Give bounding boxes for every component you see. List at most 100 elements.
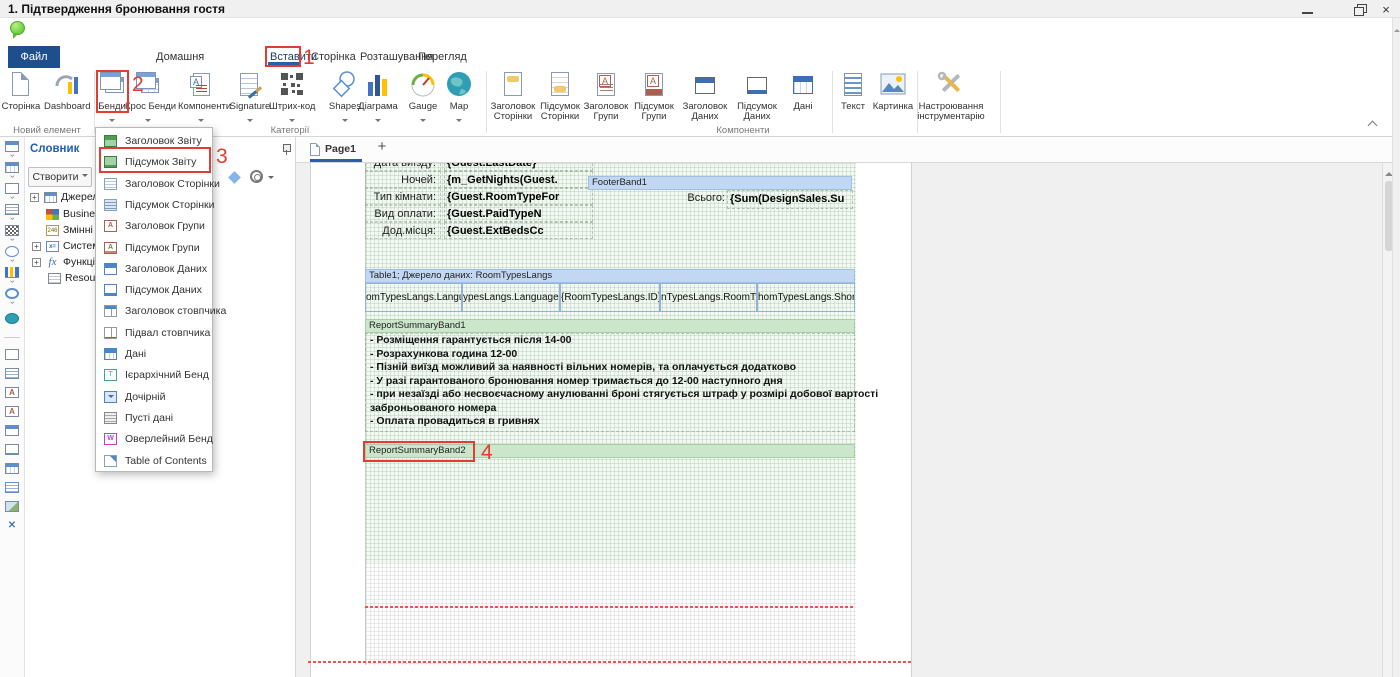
chevron-icon[interactable]: › xyxy=(8,259,18,267)
minimize-icon[interactable] xyxy=(1300,3,1316,16)
ribbon-button-group-header[interactable]: Заголовок Групи xyxy=(581,70,631,126)
ribbon-button-components[interactable]: Компоненти xyxy=(178,70,224,126)
ribbon-button-page[interactable]: Сторінка xyxy=(0,70,44,126)
chevron-icon[interactable]: › xyxy=(8,154,18,162)
chart-icon[interactable] xyxy=(5,267,19,278)
ribbon-button-data-header[interactable]: Заголовок Даних xyxy=(680,70,730,126)
components-icon[interactable] xyxy=(5,183,19,194)
table-cell[interactable]: omTypesLangs.Languag xyxy=(365,283,462,312)
menu-item-page-footer[interactable]: Підсумок Сторінки xyxy=(96,194,212,215)
table-cell[interactable]: ypesLangs.LanguageISO xyxy=(462,283,560,312)
menu-item-report-title[interactable]: Заголовок Звіту xyxy=(96,130,212,151)
field-value[interactable]: {Guest.RoomTypeFor xyxy=(444,188,593,205)
signature-icon[interactable] xyxy=(5,204,19,215)
menu-item-column-header[interactable]: Заголовок стовпчика xyxy=(96,300,212,321)
ribbon-button-toolbox-settings[interactable]: Настроювання інструментарію xyxy=(906,70,996,126)
collapse-ribbon-icon[interactable] xyxy=(1368,120,1378,128)
data-footer-icon[interactable] xyxy=(5,444,19,455)
diamond-icon[interactable] xyxy=(228,171,241,184)
menu-item-table-of-contents[interactable]: Table of Contents xyxy=(96,450,212,471)
menu-item-data-footer[interactable]: Підсумок Даних xyxy=(96,279,212,300)
total-label[interactable]: Всього: xyxy=(625,190,725,207)
text-icon[interactable] xyxy=(5,482,19,493)
table-band-header[interactable]: Table1; Джерело даних: RoomTypesLangs xyxy=(365,269,855,283)
field-value[interactable]: {Guest.LastDate} xyxy=(444,163,593,171)
create-button[interactable]: Створити xyxy=(28,167,92,187)
gauge-icon[interactable] xyxy=(5,288,19,299)
ribbon-button-cross-bands[interactable]: Крос Бенди xyxy=(125,70,171,126)
map-globe-icon[interactable] xyxy=(5,313,19,324)
field-value[interactable]: {m_GetNights(Guest. xyxy=(444,171,593,188)
menu-item-overlay-band[interactable]: WОверлейний Бенд xyxy=(96,428,212,449)
page-header-icon[interactable] xyxy=(5,349,19,360)
ribbon-button-chart[interactable]: Діаграма xyxy=(355,70,401,126)
ribbon-button-group-footer[interactable]: Підсумок Групи xyxy=(629,70,679,126)
total-value[interactable]: {Sum(DesignSales.Su xyxy=(727,190,853,209)
report-summary-band2-header[interactable]: ReportSummaryBand2 xyxy=(365,444,855,458)
chevron-icon[interactable]: › xyxy=(8,175,18,183)
menu-item-hierarchical-band[interactable]: TІєрархічний Бенд xyxy=(96,364,212,385)
menu-item-empty-data[interactable]: Пусті дані xyxy=(96,407,212,428)
menu-item-column-footer[interactable]: Підвал стовпчика xyxy=(96,322,212,343)
table-cell[interactable]: homTypesLangs.Shorteni xyxy=(757,283,855,312)
ribbon-button-data-footer[interactable]: Підсумок Даних xyxy=(732,70,782,126)
shapes-icon[interactable] xyxy=(5,246,19,257)
cross-bands-icon[interactable] xyxy=(5,162,19,173)
chevron-icon[interactable]: › xyxy=(8,196,18,204)
menu-item-report-summary[interactable]: Підсумок Звіту xyxy=(96,151,212,172)
expander-icon[interactable]: + xyxy=(30,193,39,202)
ribbon-button-barcode[interactable]: Штрих-код xyxy=(269,70,315,126)
summary-text-block[interactable]: - Розміщення гарантується після 14-00 - … xyxy=(365,333,855,432)
tab-page1[interactable]: Page1 xyxy=(308,140,364,162)
field-label[interactable]: Дата виїзду: xyxy=(365,163,441,171)
barcode-icon[interactable] xyxy=(5,225,19,236)
ribbon-button-page-footer[interactable]: Підсумок Сторінки xyxy=(535,70,585,126)
ribbon-button-page-header[interactable]: Заголовок Сторінки xyxy=(488,70,538,126)
file-menu-button[interactable]: Файл xyxy=(8,46,60,68)
scroll-up-icon[interactable] xyxy=(1394,26,1400,32)
field-value[interactable]: {Guest.PaidTypeN xyxy=(444,205,593,222)
group-header-icon[interactable]: A xyxy=(5,387,19,398)
bands-icon[interactable] xyxy=(5,141,19,152)
expander-icon[interactable]: + xyxy=(32,242,41,251)
chevron-icon[interactable]: › xyxy=(8,238,18,246)
menu-item-group-footer[interactable]: AПідсумок Групи xyxy=(96,237,212,258)
chevron-down-icon[interactable] xyxy=(268,176,274,182)
field-label[interactable]: Тип кімнати: xyxy=(365,188,441,205)
tab-page[interactable]: Сторінка xyxy=(307,47,360,67)
ribbon-button-map[interactable]: Map xyxy=(436,70,482,126)
menu-item-data-header[interactable]: Заголовок Даних xyxy=(96,258,212,279)
window-scrollbar[interactable] xyxy=(1392,18,1400,677)
balloon-icon[interactable] xyxy=(10,21,25,35)
menu-item-child[interactable]: Дочірній xyxy=(96,386,212,407)
chevron-icon[interactable]: › xyxy=(8,280,18,288)
picture-icon[interactable] xyxy=(5,501,19,512)
ribbon-button-signature[interactable]: Signature xyxy=(227,70,273,126)
expander-icon[interactable]: + xyxy=(32,258,41,267)
tools-icon[interactable]: ✕ xyxy=(5,520,19,531)
field-label[interactable]: Ночей: xyxy=(365,171,441,188)
gear-icon[interactable] xyxy=(250,170,263,183)
chevron-icon[interactable]: › xyxy=(8,301,18,309)
menu-item-data[interactable]: Дані xyxy=(96,343,212,364)
close-icon[interactable]: × xyxy=(1378,3,1394,16)
page-footer-icon[interactable] xyxy=(5,368,19,379)
add-page-button[interactable]: + xyxy=(374,138,390,155)
menu-item-page-header[interactable]: Заголовок Сторінки xyxy=(96,173,212,194)
group-footer-icon[interactable]: A xyxy=(5,406,19,417)
tab-home[interactable]: Домашня xyxy=(152,47,208,67)
table-cell[interactable]: nTypesLangs.RoomTypeN xyxy=(660,283,757,312)
pin-icon[interactable] xyxy=(281,143,291,155)
report-summary-band1-header[interactable]: ReportSummaryBand1 xyxy=(365,319,855,333)
table-cell[interactable]: {RoomTypesLangs.ID} xyxy=(560,283,660,312)
ribbon-button-data[interactable]: Дані xyxy=(780,70,826,126)
menu-item-group-header[interactable]: AЗаголовок Групи xyxy=(96,215,212,236)
field-label[interactable]: Вид оплати: xyxy=(365,205,441,222)
data-band-icon[interactable] xyxy=(5,463,19,474)
restore-icon[interactable] xyxy=(1352,3,1368,16)
footer-band-header[interactable]: FooterBand1 xyxy=(588,176,852,190)
ribbon-button-dashboard[interactable]: Dashboard xyxy=(44,70,90,126)
data-header-icon[interactable] xyxy=(5,425,19,436)
tab-view[interactable]: Перегляд xyxy=(414,47,471,67)
field-value[interactable]: {Guest.ExtBedsCc xyxy=(444,222,593,239)
